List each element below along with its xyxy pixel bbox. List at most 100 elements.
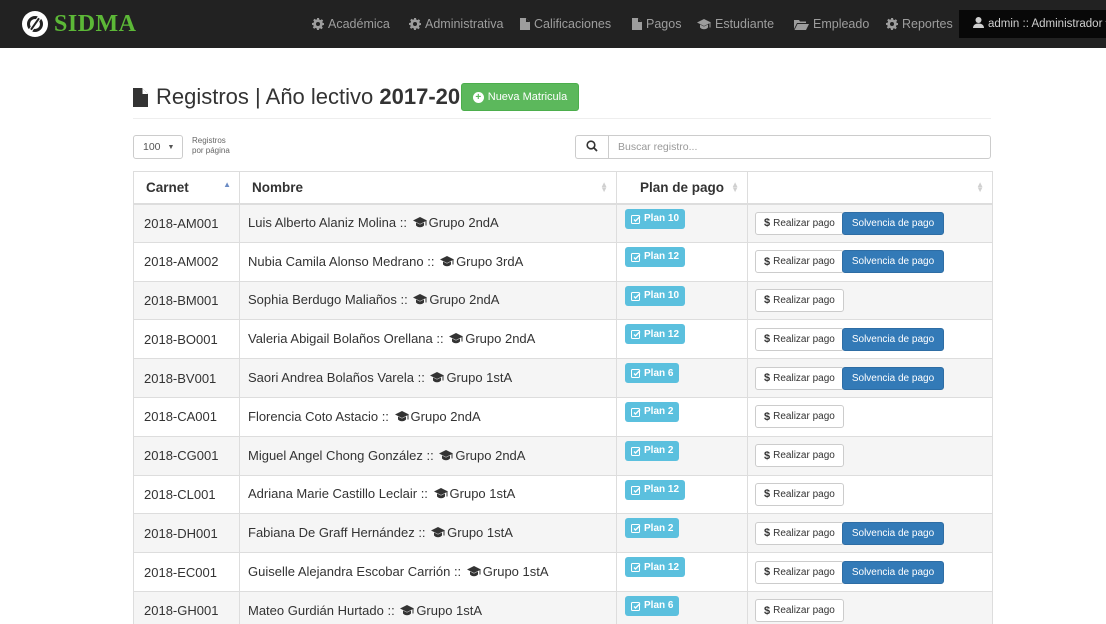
student-group: Grupo 2ndA <box>428 215 499 231</box>
payment-solvency-button[interactable]: Solvencia de pago <box>841 211 945 235</box>
payment-plan-badge[interactable]: Plan 12 <box>625 479 686 500</box>
cell-nombre: Mateo Gurdián Hurtado :: Grupo 1stA <box>239 590 617 624</box>
dollar-icon: $ <box>764 333 771 346</box>
payment-plan-badge[interactable]: Plan 12 <box>625 246 686 267</box>
graduation-cap-icon <box>466 565 481 580</box>
calendar-check-icon <box>631 523 641 534</box>
cell-plan: Plan 2 <box>616 396 748 437</box>
folder-open-icon <box>794 19 809 30</box>
make-payment-button[interactable]: $ Realizar pago <box>755 560 844 584</box>
student-name: Mateo Gurdián Hurtado <box>248 602 384 618</box>
user-icon <box>973 17 984 31</box>
top-navbar: SIDMA Académica Administrativa Calificac… <box>0 0 1106 48</box>
dollar-icon: $ <box>764 255 771 268</box>
payment-plan-badge[interactable]: Plan 12 <box>625 557 686 578</box>
cell-carnet: 2018-AM002 <box>133 241 240 282</box>
payment-plan-badge[interactable]: Plan 6 <box>625 363 680 384</box>
graduation-cap-icon <box>413 293 428 308</box>
make-payment-label: Realizar pago <box>773 527 835 539</box>
student-name: Miguel Angel Chong González <box>248 447 423 463</box>
payment-plan-badge[interactable]: Plan 6 <box>625 595 680 616</box>
nav-item-administrativa[interactable]: Administrativa <box>409 0 504 48</box>
payment-solvency-button[interactable]: Solvencia de pago <box>841 560 945 584</box>
make-payment-label: Realizar pago <box>773 566 835 578</box>
payment-plan-badge[interactable]: Plan 2 <box>625 440 680 461</box>
payment-plan-badge[interactable]: Plan 2 <box>625 518 680 539</box>
cell-plan: Plan 2 <box>616 435 748 476</box>
student-group: Grupo 1stA <box>447 525 513 541</box>
payment-plan-badge[interactable]: Plan 2 <box>625 401 680 422</box>
cell-carnet: 2018-CL001 <box>133 474 240 515</box>
brand[interactable]: SIDMA <box>22 9 137 39</box>
graduation-cap-icon <box>400 604 415 619</box>
column-header-actions[interactable]: ▲ ▼ <box>747 171 993 205</box>
nav-item-academica[interactable]: Académica <box>312 0 390 48</box>
nav-item-label: Estudiante <box>715 17 775 31</box>
per-page-value: 100 <box>143 141 161 153</box>
column-header-carnet[interactable]: Carnet ▲ <box>133 171 240 205</box>
make-payment-button[interactable]: $ Realizar pago <box>755 444 844 468</box>
make-payment-button[interactable]: $ Realizar pago <box>755 250 844 274</box>
nav-item-empleado[interactable]: Empleado <box>794 0 869 48</box>
payment-solvency-button[interactable]: Solvencia de pago <box>841 327 945 351</box>
payment-plan-badge[interactable]: Plan 10 <box>625 208 686 229</box>
cell-nombre: Valeria Abigail Bolaños Orellana :: Grup… <box>239 319 617 360</box>
dollar-icon: $ <box>764 217 771 230</box>
search-button[interactable] <box>575 135 608 159</box>
new-enrollment-button[interactable]: + Nueva Matricula <box>461 83 579 111</box>
payment-solvency-label: Solvencia de pago <box>851 333 935 345</box>
gear-icon <box>312 18 324 30</box>
column-header-plan[interactable]: Plan de pago ▲ ▼ <box>616 171 748 205</box>
make-payment-button[interactable]: $ Realizar pago <box>755 211 844 235</box>
cell-actions: $ Realizar pago <box>747 590 993 624</box>
graduation-cap-icon <box>697 18 711 30</box>
student-name: Valeria Abigail Bolaños Orellana <box>248 331 433 347</box>
payment-solvency-button[interactable]: Solvencia de pago <box>841 250 945 274</box>
graduation-cap-icon <box>412 216 427 231</box>
cell-carnet: 2018-GH001 <box>133 590 240 624</box>
per-page-select[interactable]: 100 ▼ <box>133 135 183 159</box>
make-payment-button[interactable]: $ Realizar pago <box>755 521 844 545</box>
dollar-icon: $ <box>764 604 771 617</box>
calendar-check-icon <box>631 368 641 379</box>
cell-plan: Plan 2 <box>616 513 748 554</box>
dollar-icon: $ <box>764 372 771 385</box>
table-row: 2018-AM001 Luis Alberto Alaniz Molina :: … <box>133 203 993 243</box>
brand-logo-icon <box>22 11 48 37</box>
file-icon <box>133 87 148 107</box>
cell-plan: Plan 10 <box>616 203 748 243</box>
payment-solvency-button[interactable]: Solvencia de pago <box>841 521 945 545</box>
cell-nombre: Florencia Coto Astacio :: Grupo 2ndA <box>239 396 617 437</box>
table-row: 2018-DH001 Fabiana De Graff Hernández :: … <box>133 513 993 554</box>
graduation-cap-icon <box>449 332 464 347</box>
search-input[interactable] <box>608 135 991 159</box>
calendar-check-icon <box>631 601 641 611</box>
payment-solvency-button[interactable]: Solvencia de pago <box>841 366 945 390</box>
cell-actions: $ Realizar pago <box>747 474 993 515</box>
column-header-nombre[interactable]: Nombre ▲ ▼ <box>239 171 617 205</box>
table-row: 2018-BO001 Valeria Abigail Bolaños Orella… <box>133 319 993 360</box>
user-menu-dropdown[interactable]: admin :: Administrador <box>959 10 1106 38</box>
make-payment-button[interactable]: $ Realizar pago <box>755 366 844 390</box>
nav-item-pagos[interactable]: Pagos <box>632 0 681 48</box>
make-payment-button[interactable]: $ Realizar pago <box>755 327 844 351</box>
nav-item-estudiante[interactable]: Estudiante <box>697 0 774 48</box>
make-payment-button[interactable]: $ Realizar pago <box>755 599 844 623</box>
payment-plan-badge[interactable]: Plan 12 <box>625 324 686 345</box>
make-payment-button[interactable]: $ Realizar pago <box>755 288 844 312</box>
payment-solvency-label: Solvencia de pago <box>851 372 935 384</box>
graduation-cap-icon <box>440 255 455 270</box>
cell-nombre: Luis Alberto Alaniz Molina :: Grupo 2ndA <box>239 203 617 243</box>
calendar-check-icon <box>631 446 641 456</box>
payment-plan-badge[interactable]: Plan 10 <box>625 285 686 306</box>
make-payment-label: Realizar pago <box>773 333 835 345</box>
cell-nombre: Nubia Camila Alonso Medrano :: Grupo 3rd… <box>239 241 617 282</box>
cell-actions: $ Realizar pago Solvencia de pago <box>747 513 993 554</box>
nav-item-reportes[interactable]: Reportes <box>886 0 953 48</box>
payment-solvency-label: Solvencia de pago <box>851 256 935 268</box>
nav-item-label: Pagos <box>646 17 682 31</box>
make-payment-button[interactable]: $ Realizar pago <box>755 405 844 429</box>
nav-item-label: Administrativa <box>425 17 504 31</box>
make-payment-button[interactable]: $ Realizar pago <box>755 482 844 506</box>
nav-item-calificaciones[interactable]: Calificaciones <box>520 0 611 48</box>
